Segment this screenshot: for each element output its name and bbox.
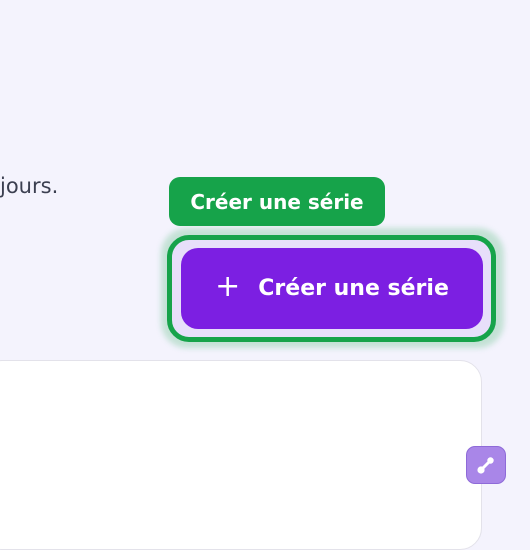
create-series-button[interactable]: + Créer une série [181,248,483,329]
intro-text: jours. [0,174,59,198]
create-series-label: Créer une série [258,276,449,301]
link-widget-button[interactable] [466,446,506,484]
link-icon [477,457,494,474]
highlight-tooltip: Créer une série [169,177,385,226]
content-card [0,360,482,550]
plus-icon: + [215,269,241,304]
